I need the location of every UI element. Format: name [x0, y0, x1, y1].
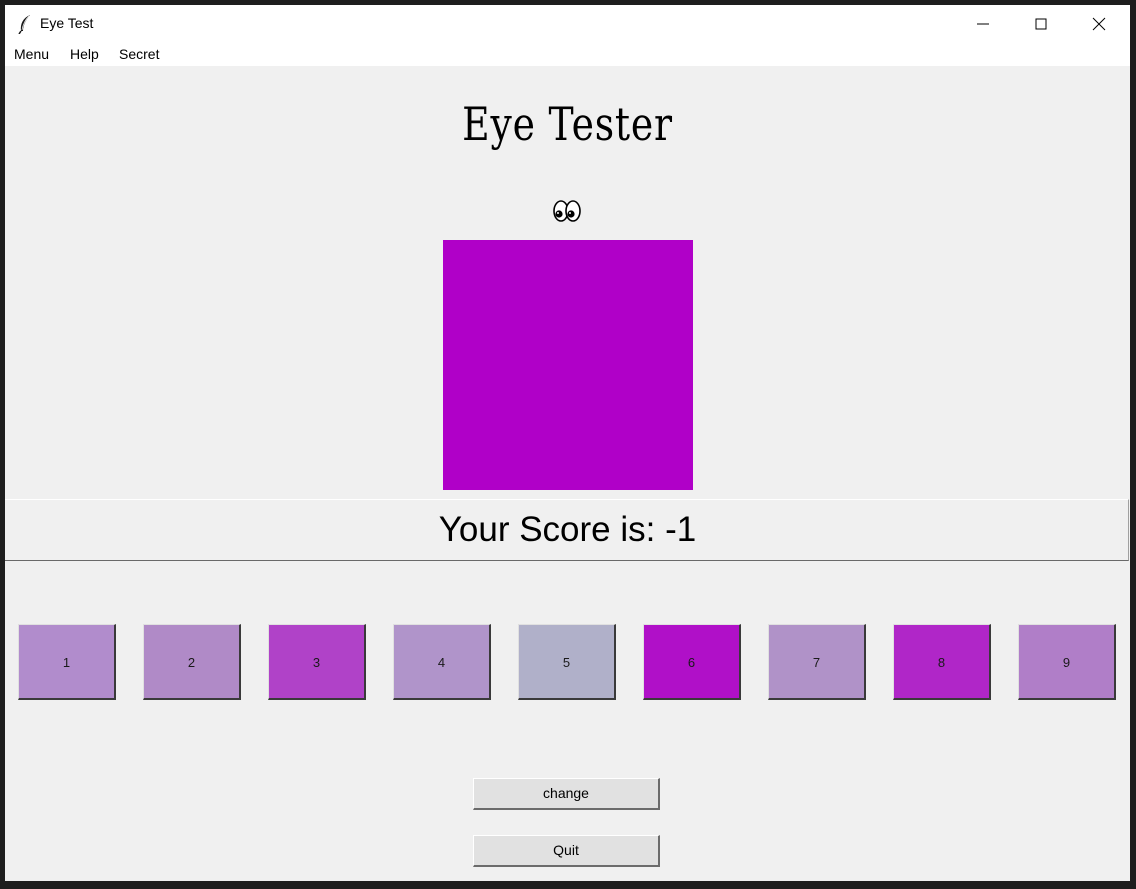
choice-button-5[interactable]: 5 — [518, 624, 616, 700]
minimize-button[interactable] — [960, 5, 1006, 42]
maximize-icon — [1035, 18, 1047, 30]
menu-item-menu[interactable]: Menu — [14, 46, 49, 62]
change-button[interactable]: change — [473, 778, 660, 810]
choice-button-9[interactable]: 9 — [1018, 624, 1116, 700]
menu-item-help[interactable]: Help — [70, 46, 99, 62]
target-color-square — [443, 240, 693, 490]
choice-button-1[interactable]: 1 — [18, 624, 116, 700]
app-window: Eye Test Menu Help Secret Eye Tester You… — [5, 5, 1130, 881]
maximize-button[interactable] — [1018, 5, 1064, 42]
quit-button[interactable]: Quit — [473, 835, 660, 867]
score-label: Your Score is: -1 — [438, 510, 697, 549]
score-panel: Your Score is: -1 — [5, 499, 1129, 561]
choice-button-8[interactable]: 8 — [893, 624, 991, 700]
close-button[interactable] — [1076, 5, 1122, 42]
choice-button-7[interactable]: 7 — [768, 624, 866, 700]
feather-icon — [17, 14, 33, 35]
choice-button-2[interactable]: 2 — [143, 624, 241, 700]
choice-button-3[interactable]: 3 — [268, 624, 366, 700]
menu-item-secret[interactable]: Secret — [119, 46, 159, 62]
color-choices: 1 2 3 4 5 6 7 8 9 — [5, 624, 1130, 704]
choice-button-6[interactable]: 6 — [643, 624, 741, 700]
minimize-icon — [977, 23, 989, 25]
page-title: Eye Tester — [462, 97, 673, 151]
close-icon — [1092, 17, 1106, 31]
choice-button-4[interactable]: 4 — [393, 624, 491, 700]
eyes-emoji-icon — [551, 195, 583, 227]
window-title: Eye Test — [40, 15, 94, 31]
title-bar[interactable]: Eye Test — [5, 5, 1130, 42]
menu-bar: Menu Help Secret — [5, 42, 1130, 66]
